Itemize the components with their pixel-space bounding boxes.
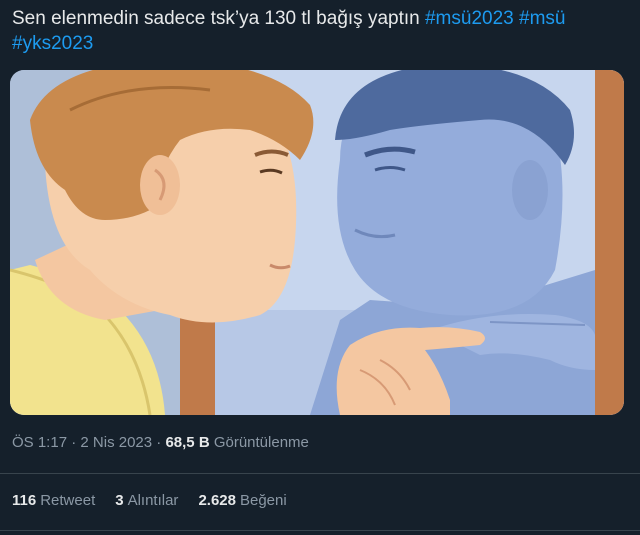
hashtag-msu[interactable]: #msü [519,8,565,29]
divider-bottom [0,530,640,531]
tweet-stats: 116 Retweet 3 Alıntılar 2.628 Beğeni [12,492,287,509]
retweets-stat[interactable]: 116 Retweet [12,492,95,509]
retweets-count: 116 [12,492,37,509]
tweet-date[interactable]: 2 Nis 2023 [80,434,152,451]
hashtag-yks2023[interactable]: #yks2023 [12,33,93,54]
meme-image [10,70,624,415]
quotes-count: 3 [115,492,124,509]
tweet-media-image[interactable] [10,70,624,415]
retweets-label: Retweet [40,492,96,509]
likes-stat[interactable]: 2.628 Beğeni [198,492,286,509]
views-count: 68,5 B [165,434,210,451]
quotes-stat[interactable]: 3 Alıntılar [115,492,178,509]
tweet-body: Sen elenmedin sadece tsk’ya 130 tl bağış… [12,8,425,29]
hashtag-msu2023[interactable]: #msü2023 [425,8,514,29]
views-label: Görüntülenme [213,434,309,451]
quotes-label: Alıntılar [127,492,179,509]
likes-label: Beğeni [239,492,287,509]
tweet-time[interactable]: ÖS 1:17 [12,434,67,451]
tweet-text: Sen elenmedin sadece tsk’ya 130 tl bağış… [12,6,632,56]
tweet-container: Sen elenmedin sadece tsk’ya 130 tl bağış… [0,0,640,535]
tweet-timestamp-line: ÖS 1:17 · 2 Nis 2023 · 68,5 B Görüntülen… [12,434,309,451]
likes-count: 2.628 [198,492,236,509]
divider-top [0,473,640,474]
